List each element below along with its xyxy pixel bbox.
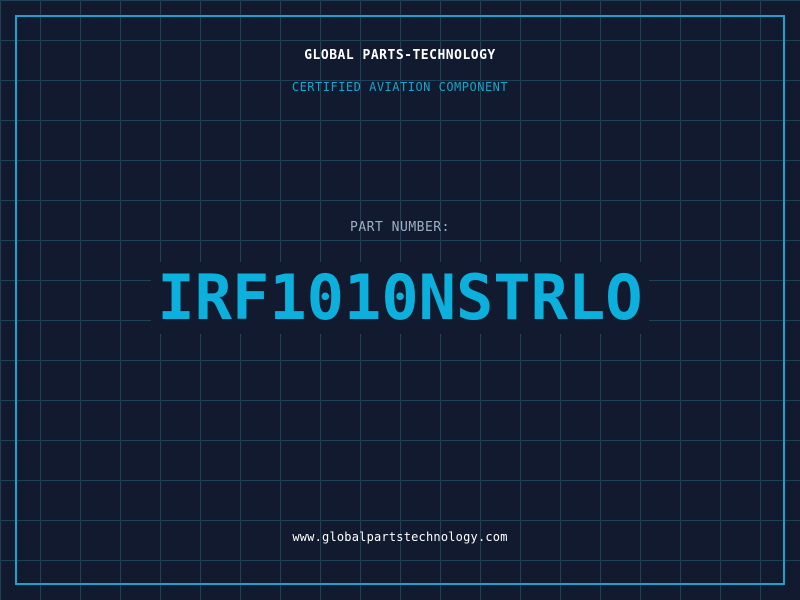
part-number-label: PART NUMBER: <box>350 220 450 235</box>
part-number-container: IRF1010NSTRLO <box>0 262 800 334</box>
website-url: www.globalpartstechnology.com <box>292 530 508 544</box>
part-number: IRF1010NSTRLO <box>151 262 649 334</box>
company-name: GLOBAL PARTS-TECHNOLOGY <box>304 48 496 63</box>
part-card: GLOBAL PARTS-TECHNOLOGY CERTIFIED AVIATI… <box>0 0 800 600</box>
tagline: CERTIFIED AVIATION COMPONENT <box>291 80 509 94</box>
